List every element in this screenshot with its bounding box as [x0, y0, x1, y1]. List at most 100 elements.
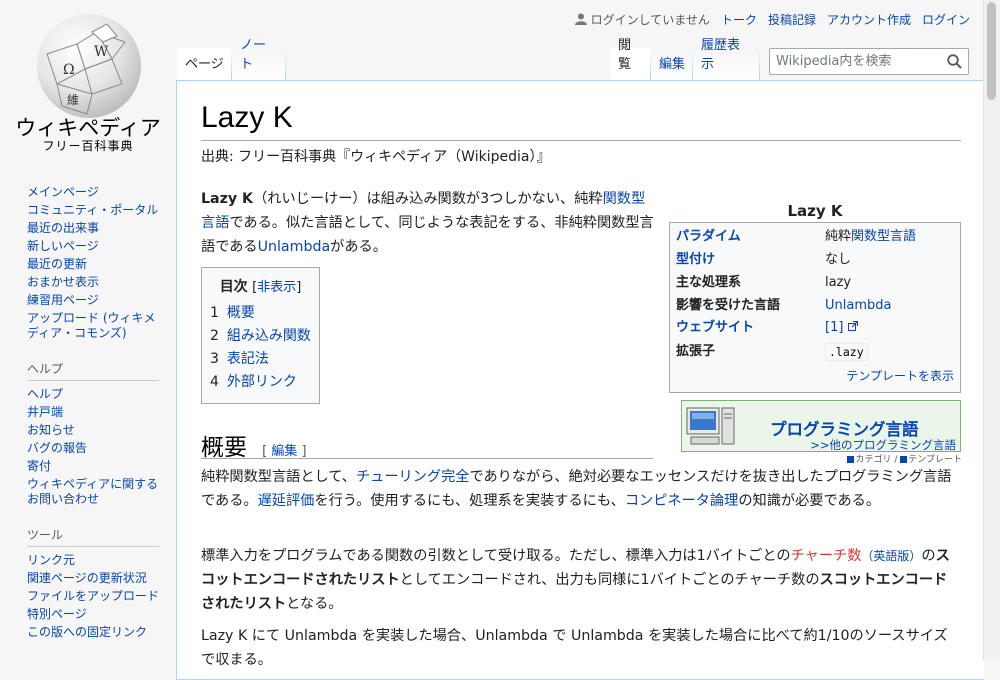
link-church-numeral[interactable]: チャーチ数: [791, 548, 862, 564]
p2-text-4: となる。: [286, 596, 343, 612]
not-logged-in-text: ログインしていません: [590, 13, 710, 27]
sidebar-item-upload-commons[interactable]: アップロード (ウィキメディア・コモンズ): [27, 311, 156, 340]
tab-history[interactable]: 履歴表示: [693, 38, 760, 80]
sidebar-item-related-changes[interactable]: 関連ページの更新状況: [27, 571, 147, 585]
programming-language-portal: プログラミング言語 >>他のプログラミング言語: [681, 400, 961, 452]
toc-link-external[interactable]: 外部リンク: [227, 374, 297, 390]
link-unlambda[interactable]: Unlambda: [258, 239, 331, 255]
extension-code: .lazy: [825, 343, 868, 361]
portal-category-link[interactable]: カテゴリ: [855, 455, 891, 465]
sidebar-item-random[interactable]: おまかせ表示: [27, 275, 99, 289]
login-link[interactable]: ログイン: [922, 11, 970, 28]
tab-page[interactable]: ページ: [177, 48, 232, 80]
infobox-row: 主な処理系 lazy: [676, 273, 954, 293]
section-edit: [ 編集 ]: [262, 444, 306, 459]
toc-link-notation[interactable]: 表記法: [227, 351, 269, 367]
sidebar-item-upload-file[interactable]: ファイルをアップロード: [27, 589, 159, 603]
toc-title: 目次 [非表示]: [202, 276, 319, 296]
infobox-link-unlambda[interactable]: Unlambda: [825, 296, 891, 316]
sidebar-item-help[interactable]: ヘルプ: [27, 387, 63, 401]
toc-toggle: [非表示]: [252, 280, 301, 295]
portal-nav-separator: /: [891, 455, 901, 465]
toc-list: 1 概要 2 組み込み関数 3 表記法 4 外部リンク: [202, 302, 319, 394]
site-subtitle: 出典: フリー百科事典『ウィキペディア（Wikipedia）』: [201, 149, 551, 165]
infobox-label-implementation: 主な処理系: [676, 275, 742, 290]
infobox-value: 純粋関数型言語: [825, 227, 916, 247]
toc-number: 1: [210, 305, 219, 321]
toc-number: 2: [210, 328, 219, 344]
sidebar-navigation: メインページ コミュニティ・ポータル 最近の出来事 新しいページ 最近の更新 お…: [27, 185, 159, 341]
svg-text:W: W: [94, 44, 109, 60]
sidebar-item-recent-changes[interactable]: 最近の更新: [27, 257, 87, 271]
page-scrollbar[interactable]: [983, 0, 1000, 660]
sidebar-item-bug-report[interactable]: バグの報告: [27, 441, 87, 455]
infobox-value-typing: なし: [825, 252, 852, 267]
infobox-value-prefix: 純粋: [825, 229, 852, 244]
sidebar-item-current-events[interactable]: 最近の出来事: [27, 221, 99, 235]
link-lazy-evaluation[interactable]: 遅延評価: [258, 493, 315, 509]
page-title: Lazy K: [201, 98, 961, 141]
scrollbar-thumb[interactable]: [987, 2, 996, 100]
toc-item[interactable]: 1 概要: [210, 302, 319, 325]
infobox-label-paradigm[interactable]: パラダイム: [676, 227, 741, 247]
infobox-value-website: [1]: [825, 318, 858, 338]
sidebar: メインページ コミュニティ・ポータル 最近の出来事 新しいページ 最近の更新 お…: [27, 185, 159, 643]
infobox-label-website[interactable]: ウェブサイト: [676, 318, 754, 338]
wikipedia-logo[interactable]: Ω W 維 ウィキペディア フリー百科事典: [0, 0, 176, 160]
p1-text-3: を行う。使用するにも、処理系を実装するにも、: [314, 493, 625, 509]
user-icon: [574, 13, 587, 25]
portal-other-languages-link[interactable]: >>他のプログラミング言語: [810, 437, 956, 453]
puzzle-globe-icon: Ω W 維: [37, 14, 141, 118]
p2-text-2: の: [921, 548, 936, 564]
toc-number: 4: [210, 374, 219, 390]
infobox-template-link[interactable]: テンプレートを表示: [846, 367, 954, 384]
search-icon[interactable]: [947, 54, 962, 73]
tab-note-label: ノート: [240, 38, 267, 72]
sidebar-item-permanent-link[interactable]: この版への固定リンク: [27, 625, 147, 639]
infobox-row: パラダイム 純粋関数型言語: [676, 227, 954, 247]
tab-note[interactable]: ノート: [232, 38, 286, 80]
sidebar-tools: リンク元 関連ページの更新状況 ファイルをアップロード 特別ページ この版への固…: [27, 553, 159, 640]
infobox-link-functional-language[interactable]: 関数型言語: [851, 229, 916, 244]
toc-item[interactable]: 3 表記法: [210, 348, 319, 371]
section-edit-link[interactable]: 編集: [271, 444, 297, 459]
toc-hide-link[interactable]: 非表示: [257, 280, 296, 295]
link-combinatory-logic[interactable]: コンピネータ論理: [625, 493, 739, 509]
sidebar-item-sandbox[interactable]: 練習用ページ: [27, 293, 99, 307]
infobox-link-website-ref[interactable]: [1]: [825, 320, 843, 335]
sidebar-item-community-portal[interactable]: コミュニティ・ポータル: [27, 203, 158, 217]
overview-paragraph-2: 標準入力をプログラムである関数の引数として受け取る。ただし、標準入力は1バイトご…: [201, 544, 961, 616]
infobox-row: 型付け なし: [676, 250, 954, 270]
toc-item[interactable]: 2 組み込み関数: [210, 325, 319, 348]
toc-item[interactable]: 4 外部リンク: [210, 371, 319, 394]
sidebar-item-contact[interactable]: ウィキペディアに関するお問い合わせ: [27, 477, 158, 506]
link-turing-complete[interactable]: チューリング完全: [356, 469, 470, 485]
sidebar-item-news[interactable]: お知らせ: [27, 423, 75, 437]
sidebar-item-village-pump[interactable]: 井戸端: [27, 405, 63, 419]
sidebar-item-what-links-here[interactable]: リンク元: [27, 553, 75, 567]
section-edit-bracket-close: ]: [297, 444, 307, 459]
sidebar-item-special-pages[interactable]: 特別ページ: [27, 607, 87, 621]
toc-link-builtins[interactable]: 組み込み関数: [227, 328, 311, 344]
tab-edit[interactable]: 編集: [651, 48, 693, 80]
link-church-numeral-en[interactable]: （英語版）: [861, 549, 921, 563]
sidebar-item-main-page[interactable]: メインページ: [27, 185, 99, 199]
anon-contributions-link[interactable]: 投稿記録: [768, 11, 816, 28]
infobox-label-influenced-by: 影響を受けた言語: [676, 298, 781, 313]
toc-link-overview[interactable]: 概要: [227, 305, 255, 321]
infobox-label-typing[interactable]: 型付け: [676, 250, 715, 270]
create-account-link[interactable]: アカウント作成: [827, 11, 911, 28]
search-input[interactable]: [770, 49, 936, 74]
intro-subject: Lazy K: [201, 191, 254, 207]
tab-read[interactable]: 閲覧: [610, 38, 651, 80]
square-icon: [900, 456, 908, 463]
anon-talk-link[interactable]: トーク: [721, 11, 757, 28]
search-box: [769, 48, 969, 75]
portal-template-link[interactable]: テンプレート: [908, 455, 962, 465]
sidebar-item-donate[interactable]: 寄付: [27, 459, 51, 473]
sidebar-help: ヘルプ 井戸端 お知らせ バグの報告 寄付 ウィキペディアに関するお問い合わせ: [27, 387, 159, 507]
intro-paragraph: Lazy K（れいじーけー）は組み込み関数が3つしかない、純粋関数型言語である。…: [201, 187, 657, 259]
sidebar-item-new-pages[interactable]: 新しいページ: [27, 239, 99, 253]
square-icon: [847, 456, 855, 463]
p2-text-3: としてエンコードされ、出力も同様に1バイトごとのチャーチ数の: [399, 572, 820, 588]
